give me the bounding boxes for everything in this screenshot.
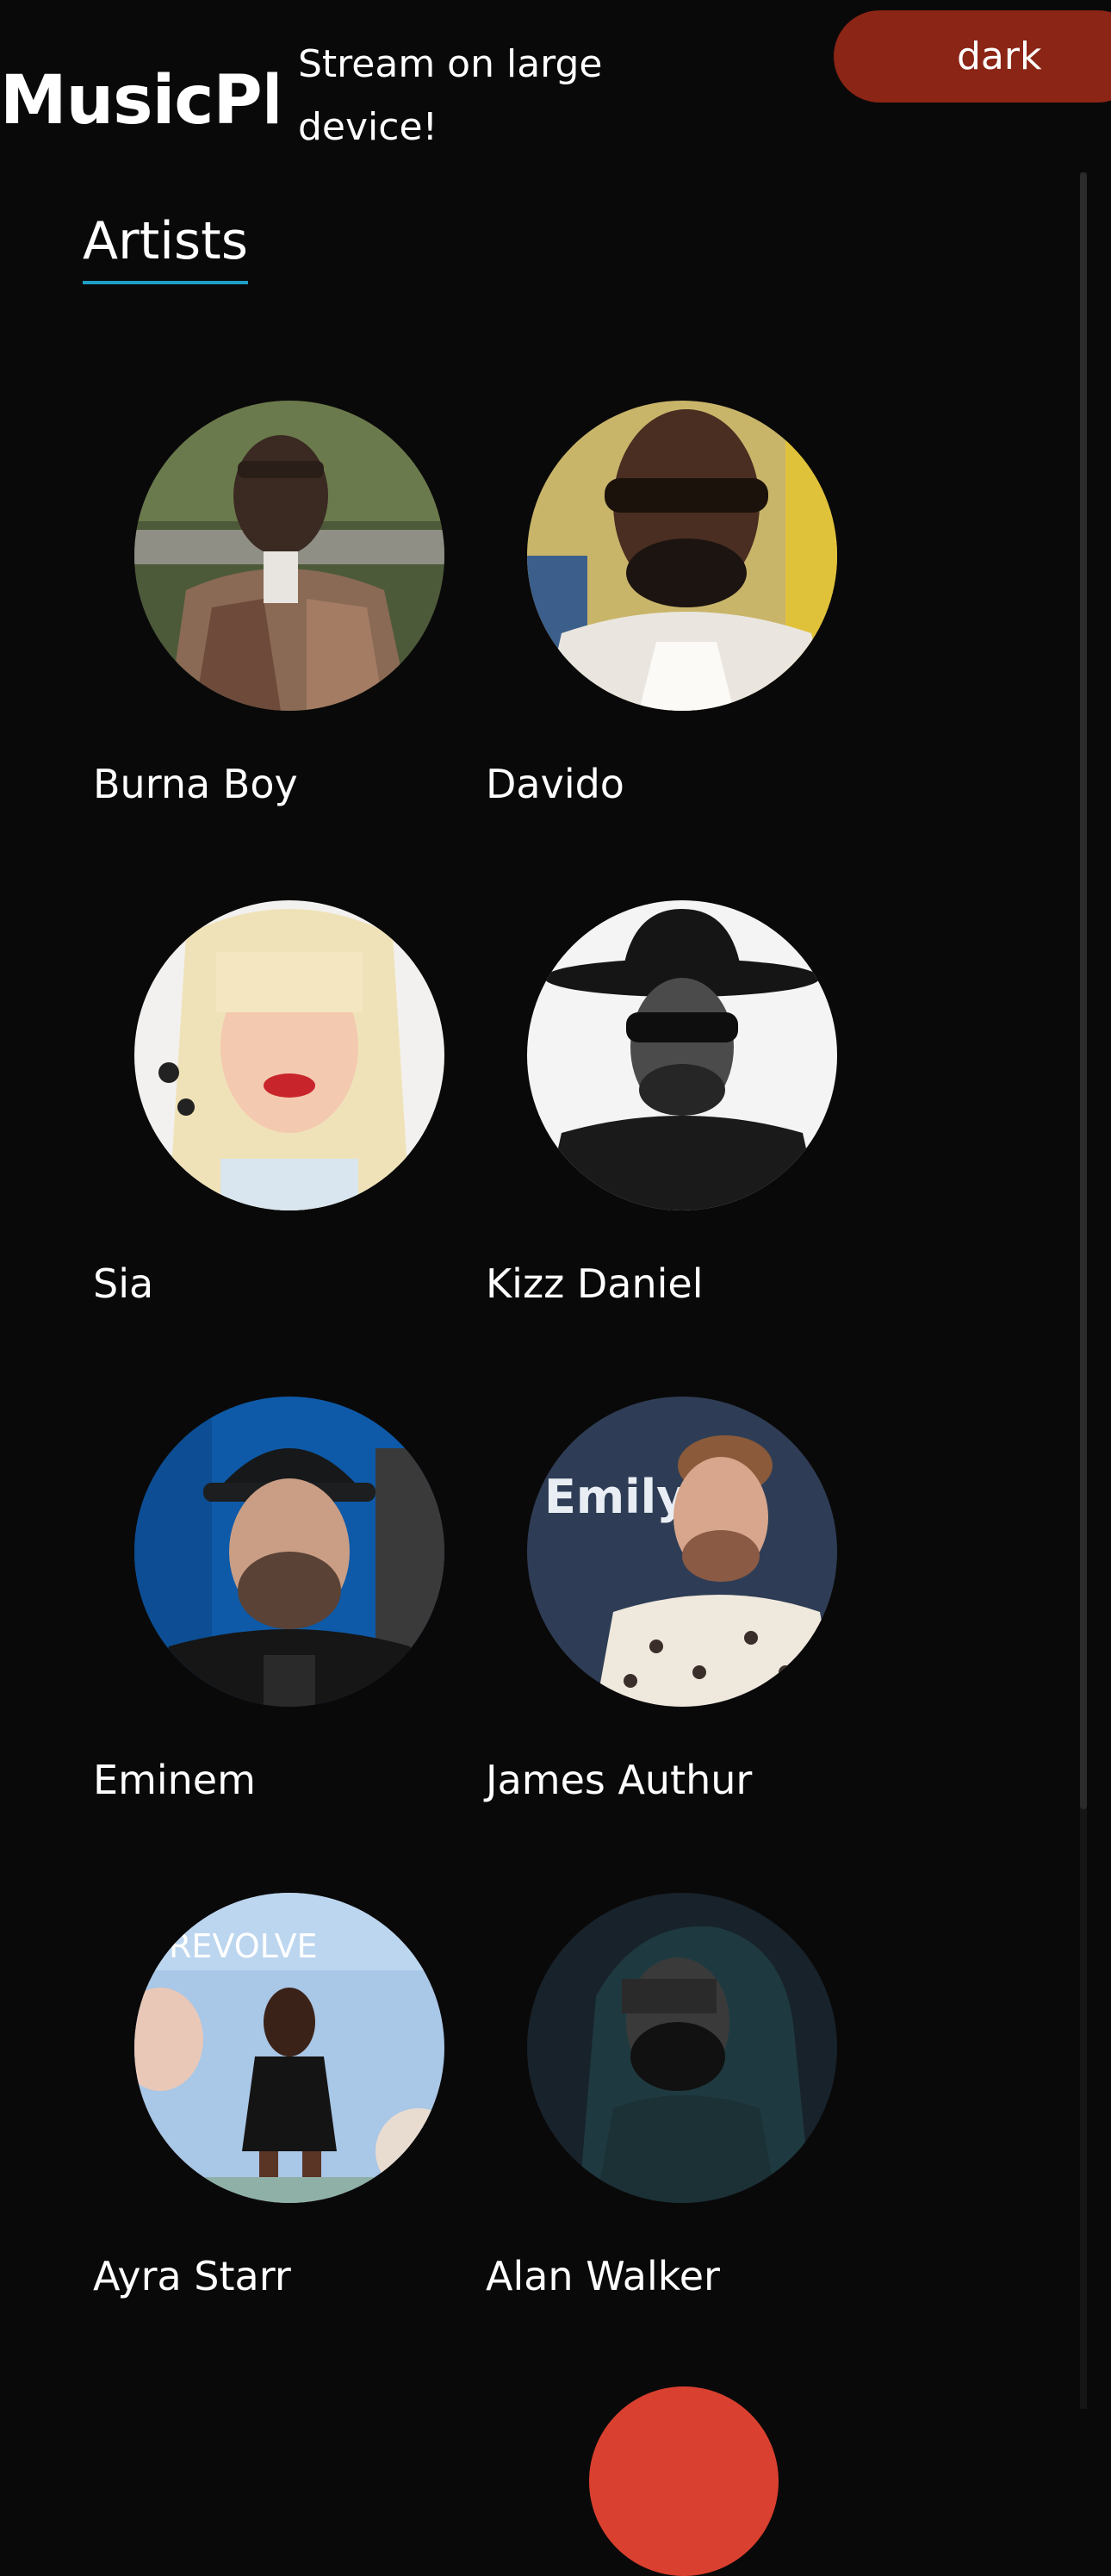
artist-card-ayra-starr[interactable]: REVOLVE Ayra Starr: [93, 1893, 455, 2341]
artist-name: Davido: [486, 761, 624, 807]
artist-avatar[interactable]: [527, 900, 837, 1210]
artist-card-sia[interactable]: Sia: [93, 900, 455, 1348]
artists-heading: Artists: [83, 205, 248, 284]
artist-avatar[interactable]: Emily: [527, 1397, 837, 1707]
scrollbar-thumb[interactable]: [1080, 172, 1087, 1809]
floating-action-button[interactable]: [589, 2386, 779, 2576]
svg-text:REVOLVE: REVOLVE: [169, 1927, 318, 1965]
artist-avatar[interactable]: [527, 401, 837, 711]
artist-avatar[interactable]: [134, 401, 444, 711]
artist-card-kizz-daniel[interactable]: Kizz Daniel: [486, 900, 847, 1348]
theme-toggle-button[interactable]: dark: [834, 10, 1111, 103]
artist-card-alan-walker[interactable]: Alan Walker: [486, 1893, 847, 2341]
scrollbar[interactable]: [1080, 172, 1087, 2409]
artist-name: James Authur: [486, 1757, 753, 1803]
artist-card-davido[interactable]: Davido: [486, 401, 847, 849]
artist-card-eminem[interactable]: Eminem: [93, 1397, 455, 1845]
app-title: MusicPla: [0, 62, 277, 140]
artist-name: Burna Boy: [93, 761, 298, 807]
artist-avatar[interactable]: REVOLVE: [134, 1893, 444, 2203]
artist-name: Kizz Daniel: [486, 1260, 704, 1307]
artist-card-burna-boy[interactable]: Burna Boy: [93, 401, 455, 849]
artist-card-james-authur[interactable]: Emily James Authur: [486, 1397, 847, 1845]
artist-name: Sia: [93, 1260, 154, 1307]
svg-text:Emily: Emily: [544, 1470, 686, 1524]
artist-avatar[interactable]: [134, 1397, 444, 1707]
artist-avatar[interactable]: [134, 900, 444, 1210]
artist-avatar[interactable]: [527, 1893, 837, 2203]
artist-name: Eminem: [93, 1757, 256, 1803]
artist-name: Alan Walker: [486, 2253, 720, 2299]
promo-text: Stream on large device!: [298, 42, 603, 149]
artist-name: Ayra Starr: [93, 2253, 291, 2299]
